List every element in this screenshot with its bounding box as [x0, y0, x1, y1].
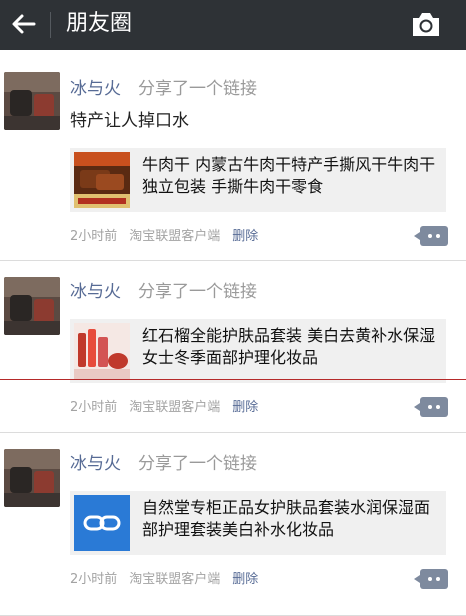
skincare-thumbnail [74, 323, 130, 379]
page-title: 朋友圈 [66, 11, 133, 36]
avatar[interactable] [4, 449, 60, 507]
link-thumbnail [74, 495, 130, 551]
comment-button[interactable] [414, 226, 448, 246]
beef-jerky-thumbnail [74, 152, 130, 208]
share-action-text: 分享了一个链接 [138, 282, 257, 302]
post-time: 2小时前 [70, 572, 118, 587]
top-bar: 朋友圈 [0, 0, 466, 50]
link-card[interactable]: 自然堂专柜正品女护肤品套装水润保湿面部护理套装美白补水化妆品 [70, 491, 446, 555]
poster-name[interactable]: 冰与火 [70, 453, 121, 475]
camera-icon[interactable] [410, 9, 442, 39]
poster-name[interactable]: 冰与火 [70, 78, 121, 100]
link-card[interactable]: 红石榴全能护肤品套装 美白去黄补水保湿女士冬季面部护理化妆品 [70, 319, 446, 383]
comment-button[interactable] [414, 569, 448, 589]
post-source[interactable]: 淘宝联盟客户端 [129, 229, 220, 244]
post-meta: 2小时前 淘宝联盟客户端 删除 [70, 399, 258, 417]
post-source[interactable]: 淘宝联盟客户端 [129, 400, 220, 415]
link-title: 红石榴全能护肤品套装 美白去黄补水保湿女士冬季面部护理化妆品 [142, 326, 436, 367]
post-time: 2小时前 [70, 229, 118, 244]
delete-link[interactable]: 删除 [232, 229, 258, 244]
moment-post: 冰与火 分享了一个链接 自然堂专柜正品女护肤品套装水润保湿面部护理套装美白补水化… [0, 433, 466, 616]
link-title: 自然堂专柜正品女护肤品套装水润保湿面部护理套装美白补水化妆品 [142, 498, 431, 539]
moment-post: 冰与火 分享了一个链接 特产让人掉口水 牛肉干 内蒙古牛肉干特产手撕风干牛肉干独… [0, 50, 466, 261]
post-source[interactable]: 淘宝联盟客户端 [129, 572, 220, 587]
share-action-text: 分享了一个链接 [138, 454, 257, 474]
header-divider [50, 12, 51, 38]
post-meta: 2小时前 淘宝联盟客户端 删除 [70, 571, 258, 589]
post-meta: 2小时前 淘宝联盟客户端 删除 [70, 228, 258, 246]
post-time: 2小时前 [70, 400, 118, 415]
poster-name[interactable]: 冰与火 [70, 281, 121, 303]
share-action-text: 分享了一个链接 [138, 79, 257, 99]
back-arrow-icon[interactable] [10, 10, 38, 38]
link-icon [74, 495, 130, 551]
moments-feed: 冰与火 分享了一个链接 特产让人掉口水 牛肉干 内蒙古牛肉干特产手撕风干牛肉干独… [0, 50, 466, 616]
avatar[interactable] [4, 72, 60, 130]
avatar[interactable] [4, 277, 60, 335]
post-text: 特产让人掉口水 [70, 111, 189, 131]
moment-post: 冰与火 分享了一个链接 红石榴全能护肤品套装 美白去黄补水保湿女士冬季面部护理化… [0, 261, 466, 433]
delete-link[interactable]: 删除 [232, 572, 258, 587]
link-title: 牛肉干 内蒙古牛肉干特产手撕风干牛肉干独立包装 手撕牛肉干零食 [142, 155, 436, 196]
link-card[interactable]: 牛肉干 内蒙古牛肉干特产手撕风干牛肉干独立包装 手撕牛肉干零食 [70, 148, 446, 212]
delete-link[interactable]: 删除 [232, 400, 258, 415]
divider-line [0, 379, 466, 380]
comment-button[interactable] [414, 397, 448, 417]
